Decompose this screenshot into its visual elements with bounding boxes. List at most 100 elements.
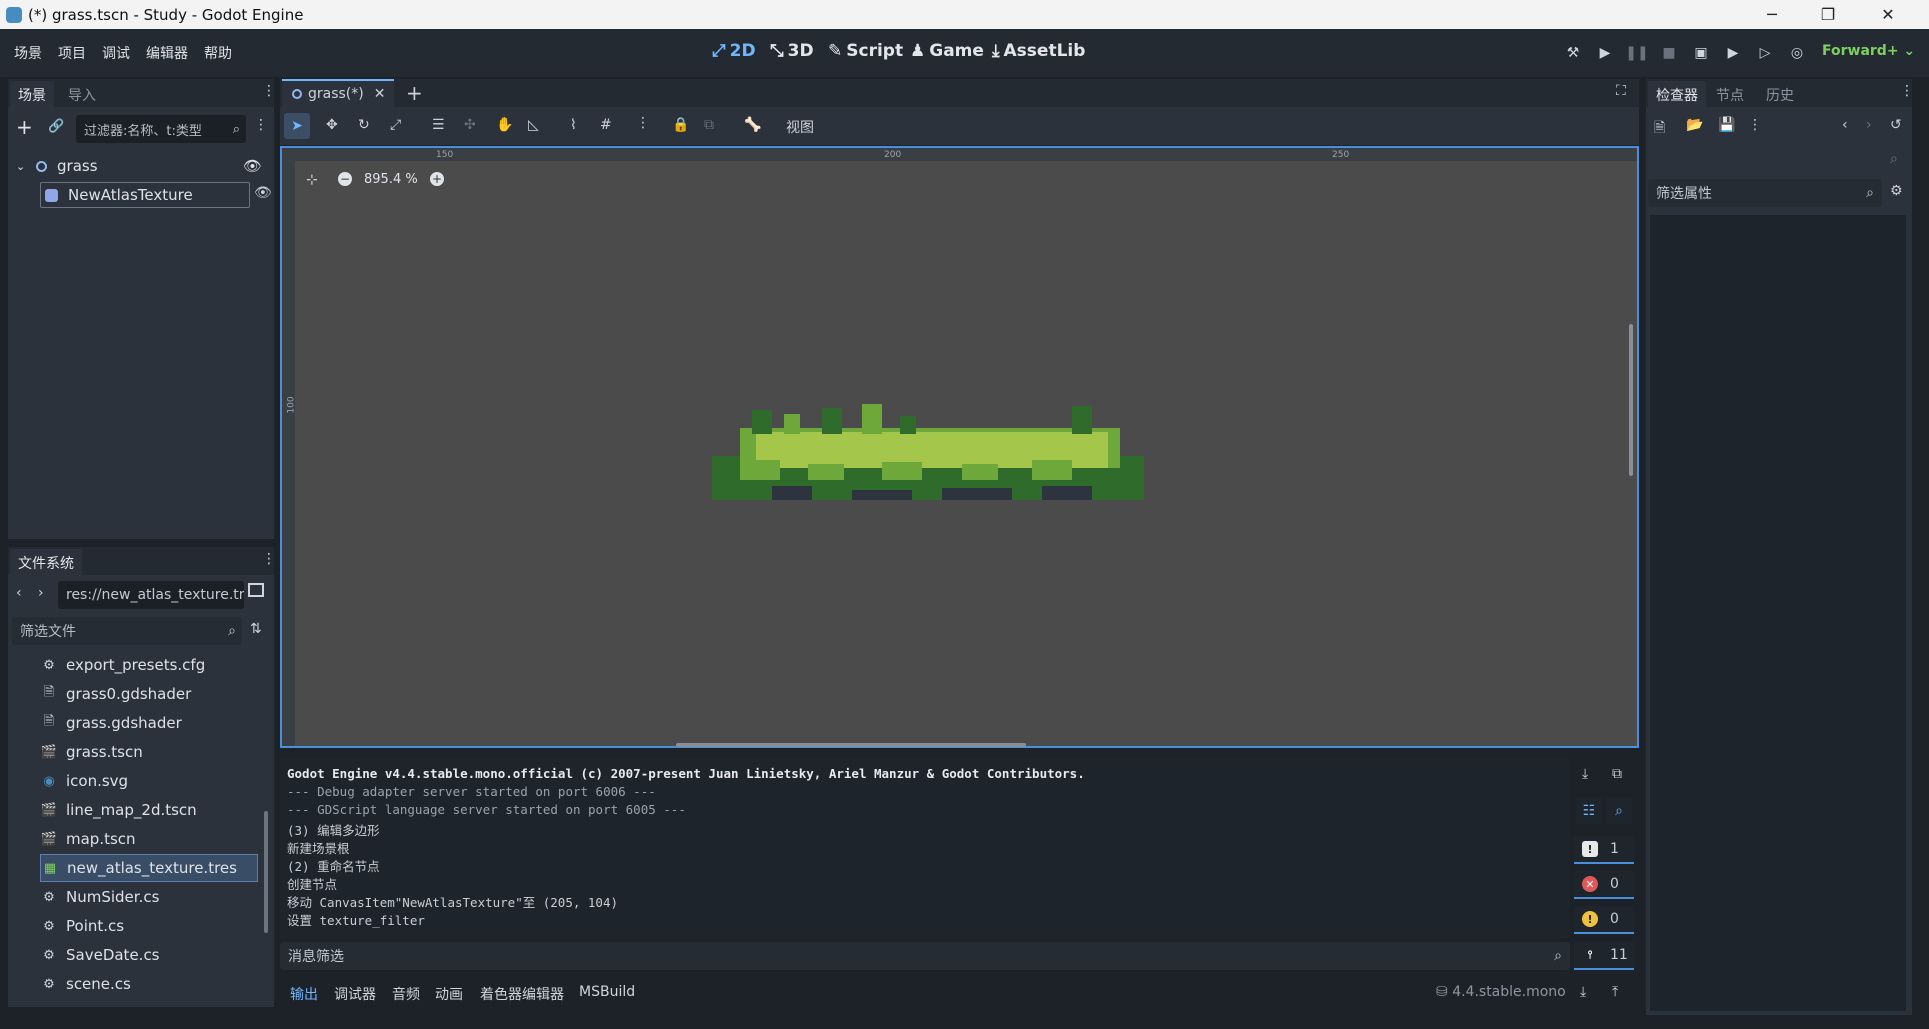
copy-icon[interactable]: ⧉ [1612, 766, 1622, 782]
warnings-filter-toggle[interactable]: ! 0 [1574, 906, 1634, 934]
file-filter-input[interactable]: 筛选文件 ⌕ [12, 617, 242, 645]
remote-debug-icon[interactable]: ▣ [1690, 42, 1712, 64]
pin-icon[interactable]: ⤓ [1582, 766, 1588, 782]
movie-maker-icon[interactable]: ◎ [1786, 42, 1808, 64]
file-item[interactable]: 🎬 map.tscn [40, 825, 258, 853]
menu-editor[interactable]: 编辑器 [146, 43, 188, 63]
play-scene-icon[interactable]: ▶ [1722, 42, 1744, 64]
rotate-tool-icon[interactable]: ↻ [358, 117, 370, 133]
file-item[interactable]: ▦ new_atlas_texture.tres [40, 854, 258, 882]
pan-tool-icon[interactable]: ✋ [496, 117, 513, 133]
pin-panel-icon[interactable]: ⤓ [1580, 984, 1586, 1000]
menu-scene[interactable]: 场景 [14, 43, 42, 63]
visibility-eye-icon[interactable]: 👁 [243, 157, 262, 175]
group-icon[interactable]: ⧉ [704, 117, 714, 133]
stop-button[interactable]: ■ [1658, 42, 1680, 64]
messages-filter-toggle[interactable]: ! 1 [1574, 836, 1634, 864]
pause-button[interactable]: ❚❚ [1625, 42, 1648, 64]
center-view-icon[interactable]: ⊹ [306, 172, 318, 188]
select-tool-icon[interactable]: ➤ [284, 113, 310, 139]
maximize-button[interactable]: ❐ [1800, 0, 1856, 29]
errors-filter-toggle[interactable]: ✕ 0 [1574, 871, 1634, 899]
tab-shader-editor[interactable]: 着色器编辑器 [480, 984, 564, 1004]
kebab-menu-icon[interactable]: ⋮ [1900, 83, 1914, 99]
property-settings-icon[interactable]: ⚙ [1890, 183, 1903, 199]
tab-debugger[interactable]: 调试器 [334, 984, 376, 1004]
tab-animation[interactable]: 动画 [435, 984, 463, 1004]
bone-icon[interactable]: 🦴 [744, 117, 761, 133]
workspace-3d[interactable]: ⤡ 3D [770, 41, 814, 61]
object-search-icon[interactable]: ⌕ [1890, 151, 1898, 167]
visibility-eye-icon[interactable]: 👁 [254, 185, 272, 201]
file-item[interactable]: 🗎 grass0.gdshader [40, 680, 258, 708]
menu-help[interactable]: 帮助 [204, 43, 232, 63]
kebab-menu-icon[interactable]: ⋮ [262, 551, 276, 567]
scale-tool-icon[interactable]: ⤢ [390, 117, 401, 133]
file-item[interactable]: ⚙ export_presets.cfg [40, 651, 258, 679]
file-item[interactable]: 🎬 grass.tscn [40, 738, 258, 766]
file-list-scrollbar[interactable] [264, 811, 268, 933]
split-view-icon[interactable] [248, 583, 264, 597]
open-folder-icon[interactable]: 📂 [1686, 117, 1703, 133]
property-filter-input[interactable]: 筛选属性 ⌕ [1648, 179, 1882, 207]
close-window-button[interactable]: ✕ [1860, 0, 1916, 29]
new-resource-icon[interactable]: 🗎 [1654, 117, 1665, 141]
kebab-menu-icon[interactable]: ⋮ [636, 115, 650, 131]
tab-grass-scene[interactable]: grass(*) ✕ [282, 79, 394, 107]
workspace-2d[interactable]: ⤢ 2D [712, 41, 756, 61]
view-menu[interactable]: 视图 [786, 117, 814, 137]
workspace-assetlib[interactable]: ⤓ AssetLib [992, 41, 1085, 61]
vertical-scrollbar[interactable] [1629, 324, 1633, 476]
chevron-right-icon[interactable]: › [38, 585, 44, 601]
move-tool-icon[interactable]: ✥ [326, 117, 338, 133]
chevron-left-icon[interactable]: ‹ [16, 585, 22, 601]
tab-scene[interactable]: 场景 [10, 81, 54, 109]
fullscreen-icon[interactable]: ⛶ [1616, 83, 1626, 99]
tab-audio[interactable]: 音频 [392, 984, 420, 1004]
minimize-button[interactable]: ─ [1744, 0, 1800, 29]
add-tab-icon[interactable]: + [406, 81, 423, 105]
play-button[interactable]: ▶ [1594, 42, 1616, 64]
collapse-icon[interactable]: ☷ [1576, 798, 1602, 824]
tab-history[interactable]: 历史 [1766, 85, 1794, 105]
file-item[interactable]: ⚙ NumSider.cs [40, 883, 258, 911]
tab-inspector[interactable]: 检查器 [1648, 81, 1706, 109]
file-item[interactable]: ⚙ Point.cs [40, 912, 258, 940]
horizontal-scrollbar[interactable] [676, 743, 1026, 747]
kebab-menu-icon[interactable]: ⋮ [262, 83, 276, 99]
file-item[interactable]: 🎬 line_map_2d.tscn [40, 796, 258, 824]
link-icon[interactable]: 🔗 [48, 119, 64, 134]
tree-node-newatlastexture[interactable]: NewAtlasTexture [40, 182, 250, 208]
chevron-left-icon[interactable]: ‹ [1842, 117, 1848, 133]
play-custom-scene-icon[interactable]: ▷ [1754, 42, 1776, 64]
file-item[interactable]: ⚙ SaveDate.cs [40, 941, 258, 969]
smart-snap-icon[interactable]: ⌇ [570, 117, 577, 133]
path-field[interactable]: res://new_atlas_texture.tr [58, 581, 244, 609]
message-filter-input[interactable]: 消息筛选 ⌕ [280, 942, 1570, 970]
hammer-icon[interactable]: ⚒ [1562, 42, 1584, 64]
grass-sprite[interactable] [712, 400, 1144, 506]
chevron-right-icon[interactable]: › [1866, 117, 1872, 133]
workspace-script[interactable]: ✎ Script [828, 41, 903, 61]
search-icon[interactable]: ⌕ [1606, 798, 1632, 824]
tab-output[interactable]: 输出 [290, 984, 318, 1004]
workspace-game[interactable]: ♟ Game [910, 41, 984, 61]
history-icon[interactable]: ↺ [1890, 117, 1902, 133]
ruler-tool-icon[interactable]: ◺ [528, 117, 539, 133]
pivot-tool-icon[interactable]: ✣ [464, 117, 476, 133]
list-select-icon[interactable]: ☰ [432, 117, 445, 133]
close-tab-icon[interactable]: ✕ [374, 86, 386, 102]
menu-debug[interactable]: 调试 [102, 43, 130, 63]
sort-icon[interactable]: ⇅ [250, 621, 262, 637]
file-item[interactable]: ◉ icon.svg [40, 767, 258, 795]
scene-filter-input[interactable]: 过滤器:名称、t:类型 ⌕ [76, 115, 246, 143]
file-item[interactable]: ⚙ scene.cs [40, 970, 258, 998]
menu-project[interactable]: 项目 [58, 43, 86, 63]
renderer-select[interactable]: Forward+ ⌄ [1822, 43, 1915, 59]
kebab-menu-icon[interactable]: ⋮ [1748, 117, 1762, 133]
zoom-out-icon[interactable]: − [338, 172, 352, 186]
grid-snap-icon[interactable]: # [600, 117, 612, 133]
kebab-menu-icon[interactable]: ⋮ [254, 117, 268, 133]
editor-messages-filter-toggle[interactable]: ⫯ 11 [1574, 942, 1634, 970]
lock-icon[interactable]: 🔒 [672, 117, 689, 133]
